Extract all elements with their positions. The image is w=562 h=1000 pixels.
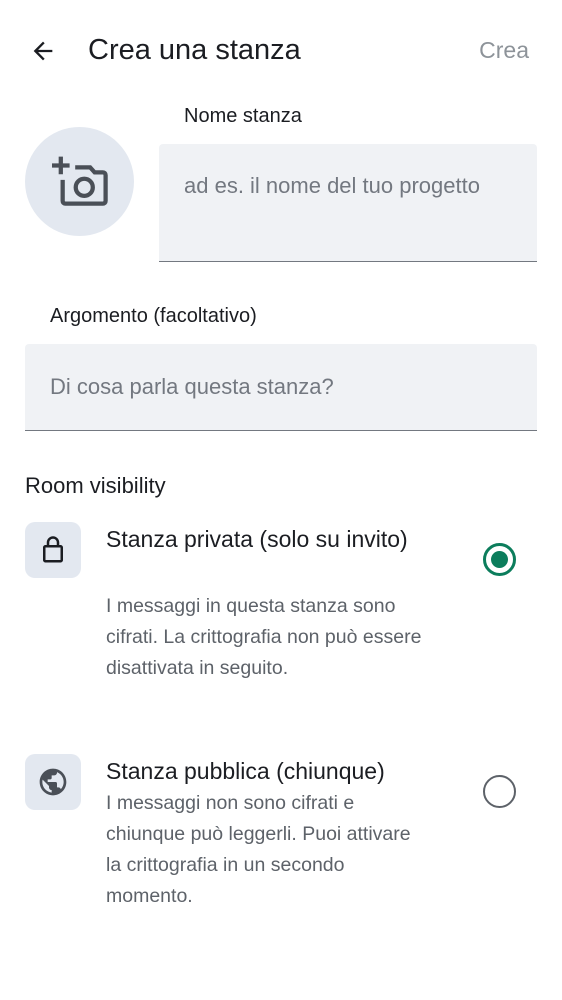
lock-icon bbox=[43, 536, 63, 563]
room-name-label: Nome stanza bbox=[184, 105, 302, 127]
public-option-title: Stanza pubblica (chiunque) bbox=[106, 758, 385, 784]
room-topic-input[interactable] bbox=[25, 344, 537, 430]
room-name-field bbox=[159, 144, 537, 262]
visibility-section-title: Room visibility bbox=[25, 473, 166, 498]
top-app-bar: Crea una stanza Crea bbox=[0, 0, 562, 100]
visibility-option-public[interactable]: Stanza pubblica (chiunque) I messaggi no… bbox=[0, 752, 562, 922]
private-option-icon-container bbox=[25, 522, 81, 578]
visibility-option-private[interactable]: Stanza privata (solo su invito) I messag… bbox=[0, 520, 562, 720]
room-topic-field bbox=[25, 344, 537, 431]
public-option-description: I messaggi non sono cifrati e chiunque p… bbox=[106, 792, 411, 907]
private-option-title: Stanza privata (solo su invito) bbox=[106, 526, 408, 552]
arrow-left-icon bbox=[33, 41, 53, 61]
page-title: Crea una stanza bbox=[88, 34, 301, 66]
private-option-radio[interactable] bbox=[483, 543, 516, 576]
public-option-radio[interactable] bbox=[483, 775, 516, 808]
back-button[interactable] bbox=[22, 30, 64, 72]
private-option-description: I messaggi in questa stanza sono cifrati… bbox=[106, 595, 422, 679]
room-name-input[interactable] bbox=[159, 144, 537, 261]
room-avatar-button[interactable] bbox=[25, 127, 134, 236]
create-button[interactable]: Crea bbox=[479, 32, 529, 68]
add-photo-camera-icon bbox=[51, 156, 108, 206]
room-topic-label: Argomento (facoltativo) bbox=[50, 305, 257, 327]
public-option-icon-container bbox=[25, 754, 81, 810]
globe-icon bbox=[39, 768, 67, 796]
